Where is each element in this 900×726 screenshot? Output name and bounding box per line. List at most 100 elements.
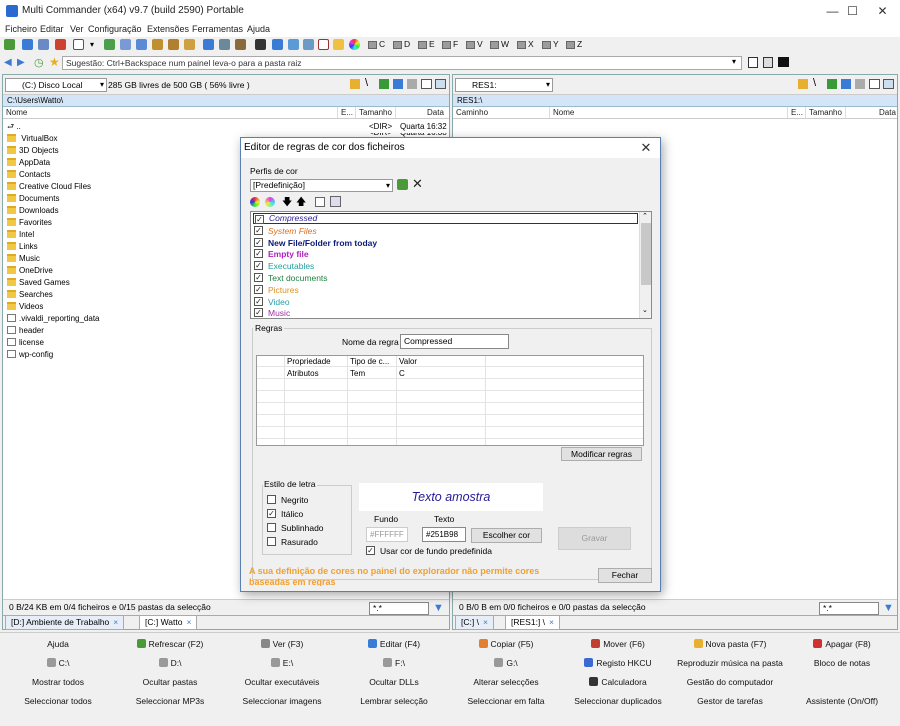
drive-button-f[interactable]: F (442, 39, 458, 49)
move-down-icon[interactable]: 🡇 (282, 195, 292, 212)
drive-b-icon[interactable] (288, 39, 299, 50)
menu-ajuda[interactable]: Ajuda (247, 24, 270, 34)
move-up-icon[interactable]: 🡅 (296, 195, 306, 212)
star-icon[interactable]: ★ (49, 55, 60, 69)
function-button[interactable]: C:\ (2, 654, 114, 672)
function-button[interactable]: Gestor de tarefas (674, 692, 786, 710)
add-rule-icon[interactable] (250, 197, 260, 207)
chevron-up-icon[interactable]: ⌃ (642, 212, 648, 220)
rule-item[interactable]: ✓ New File/Folder from today (253, 237, 638, 249)
close-tab-icon[interactable]: × (113, 617, 118, 627)
edit-rule-icon[interactable] (265, 197, 275, 207)
rule-item[interactable]: ✓ System Files (253, 225, 638, 237)
function-button[interactable]: D:\ (114, 654, 226, 672)
filter-icon[interactable]: ▼ (883, 601, 894, 616)
swap-icon[interactable] (841, 79, 851, 89)
notes-icon[interactable] (748, 57, 758, 68)
rule-checkbox[interactable]: ✓ (255, 215, 264, 224)
folder-browse-icon[interactable] (798, 79, 808, 89)
rule-list-scrollbar[interactable]: ⌃ ⌄ (639, 212, 651, 318)
rule-checkbox[interactable]: ✓ (254, 237, 263, 247)
background-color-input[interactable]: #FFFFFF (366, 527, 408, 542)
settings-icon[interactable] (235, 39, 246, 50)
list-icon[interactable] (763, 57, 773, 68)
script-icon[interactable] (219, 39, 230, 50)
details-icon[interactable] (883, 79, 894, 89)
drive-button-e[interactable]: E (418, 39, 435, 49)
stop-icon[interactable] (318, 39, 329, 50)
menu-ver[interactable]: Ver (70, 24, 84, 34)
copy-icon[interactable] (22, 39, 33, 50)
rule-checkbox[interactable]: ✓ (254, 261, 263, 271)
rule-checkbox[interactable]: ✓ (254, 308, 263, 318)
filter-icon[interactable]: ▼ (433, 601, 444, 616)
compare-icon[interactable] (120, 39, 131, 50)
details-icon[interactable] (435, 79, 446, 89)
dialog-close-icon[interactable]: ✕ (638, 139, 654, 157)
view-mode-icon[interactable] (421, 79, 432, 89)
tools-icon[interactable] (407, 79, 417, 89)
close-button[interactable]: Fechar (598, 568, 652, 583)
col-ext[interactable]: E... (791, 108, 803, 117)
tab-c-root[interactable]: [C:] \ × (455, 616, 494, 630)
terminal-icon[interactable] (778, 57, 789, 67)
menu-editar[interactable]: Editar (40, 24, 64, 34)
drive-button-x[interactable]: X (517, 39, 534, 49)
function-button[interactable]: Nova pasta (F7) (674, 635, 786, 653)
root-icon[interactable]: \ (365, 77, 368, 89)
function-button[interactable]: Seleccionar todos (2, 692, 114, 710)
right-filter-input[interactable]: *.* (819, 602, 879, 615)
chevron-down-icon[interactable]: ▾ (732, 57, 736, 66)
col-size[interactable]: Tamanho (809, 108, 842, 117)
col-path[interactable]: Caminho (456, 108, 488, 117)
tab-res1[interactable]: [RES1:] \ × (505, 616, 560, 630)
archive-icon[interactable] (184, 39, 195, 50)
unpack-icon[interactable] (168, 39, 179, 50)
function-button[interactable]: Ocultar pastas (114, 673, 226, 691)
col-ext[interactable]: E... (341, 108, 353, 117)
new-profile-icon[interactable] (397, 179, 408, 190)
col-date[interactable]: Data (427, 108, 444, 117)
function-button[interactable]: Registo HKCU (562, 654, 674, 672)
chevron-down-icon[interactable]: ▾ (90, 39, 101, 50)
sync-icon[interactable] (136, 39, 147, 50)
drive-button-w[interactable]: W (490, 39, 509, 49)
menu-ferramentas[interactable]: Ferramentas (192, 24, 243, 34)
menu-configuracao[interactable]: Configuração (88, 24, 142, 34)
function-button[interactable]: F:\ (338, 654, 450, 672)
function-button[interactable]: Copiar (F5) (450, 635, 562, 653)
delete-icon[interactable] (55, 39, 66, 50)
paste-rule-icon[interactable] (330, 196, 341, 207)
menu-extensoes[interactable]: Extensões (147, 24, 189, 34)
drive-button-c[interactable]: C (368, 39, 385, 49)
drive-button-y[interactable]: Y (542, 39, 559, 49)
rule-item[interactable]: ✓ Music (253, 307, 638, 318)
root-icon[interactable]: \ (813, 77, 816, 89)
function-button[interactable]: E:\ (226, 654, 338, 672)
drive-button-v[interactable]: V (466, 39, 483, 49)
close-tab-icon[interactable]: × (186, 617, 191, 627)
rule-checkbox[interactable]: ✓ (254, 249, 263, 259)
function-button[interactable]: Refrescar (F2) (114, 635, 226, 653)
function-button[interactable]: G:\ (450, 654, 562, 672)
close-tab-icon[interactable]: × (549, 617, 554, 627)
col-size[interactable]: Tamanho (359, 108, 392, 117)
close-tab-icon[interactable]: × (483, 617, 488, 627)
drive-button-d[interactable]: D (393, 39, 410, 49)
find-icon[interactable] (104, 39, 115, 50)
rule-item[interactable]: ✓ Text documents (253, 272, 638, 284)
paste-icon[interactable] (38, 39, 49, 50)
close-window-button[interactable]: ✕ (860, 0, 900, 23)
right-drive-selector[interactable]: RES1: ▾ (455, 78, 553, 92)
delete-profile-icon[interactable]: ✕ (412, 176, 423, 192)
left-filter-input[interactable]: *.* (369, 602, 429, 615)
function-button[interactable]: Alterar selecções (450, 673, 562, 691)
function-button[interactable]: Calculadora (562, 673, 674, 691)
function-button[interactable]: Mover (F6) (562, 635, 674, 653)
profile-select[interactable]: [Predefinição] ▾ (250, 179, 393, 192)
back-arrow-icon[interactable]: ◀ (4, 57, 12, 68)
new-tab-icon[interactable] (4, 39, 15, 50)
save-button[interactable]: Gravar (558, 527, 631, 550)
rule-item[interactable]: ✓ Pictures (253, 284, 638, 296)
drive-c-icon[interactable] (303, 39, 314, 50)
